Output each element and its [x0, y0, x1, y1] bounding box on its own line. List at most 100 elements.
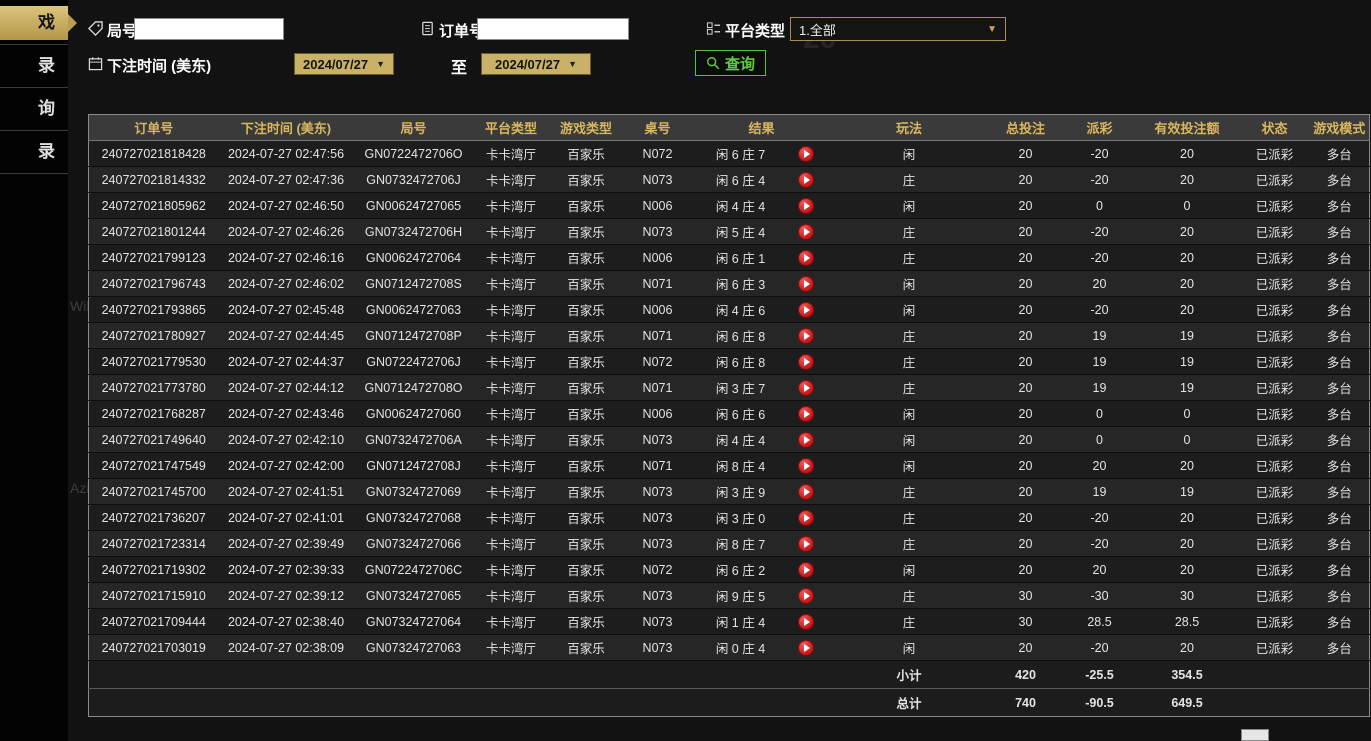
platform-type-select[interactable]: 1.全部 ▼ [790, 17, 1006, 41]
cell-bet-time: 2024-07-27 02:47:36 [219, 167, 354, 193]
table-row[interactable]: 2407270217159102024-07-27 02:39:12GN0732… [89, 583, 1370, 609]
result-text: 闲 8 庄 4 [710, 456, 772, 475]
table-row[interactable]: 2407270217457002024-07-27 02:41:51GN0732… [89, 479, 1370, 505]
col-header-platform-type: 平台类型 [474, 115, 549, 141]
cell-status: 已派彩 [1240, 635, 1310, 661]
cell-total-bet: 20 [987, 323, 1065, 349]
play-video-icon[interactable] [798, 354, 814, 370]
round-no-input[interactable] [134, 18, 284, 40]
result-text: 闲 6 庄 7 [710, 144, 772, 163]
table-row[interactable]: 2407270218143322024-07-27 02:47:36GN0732… [89, 167, 1370, 193]
play-video-icon[interactable] [798, 510, 814, 526]
play-video-icon[interactable] [798, 484, 814, 500]
cell-round-no: GN07324727068 [354, 505, 474, 531]
cell-round-no: GN0712472708O [354, 375, 474, 401]
cell-round-no: GN0712472708S [354, 271, 474, 297]
cell-game-mode: 多台 [1310, 141, 1370, 167]
cell-valid-bet: 20 [1135, 453, 1240, 479]
table-row[interactable]: 2407270217496402024-07-27 02:42:10GN0732… [89, 427, 1370, 453]
query-button[interactable]: 查询 [695, 50, 766, 76]
table-row[interactable]: 2407270217030192024-07-27 02:38:09GN0732… [89, 635, 1370, 661]
col-header-total-bet: 总投注 [987, 115, 1065, 141]
play-video-icon[interactable] [798, 276, 814, 292]
play-video-icon[interactable] [798, 380, 814, 396]
cell-order-no: 240727021780927 [89, 323, 219, 349]
play-video-icon[interactable] [798, 224, 814, 240]
date-to-select[interactable]: 2024/07/27 ▼ [481, 53, 591, 75]
result-text: 闲 3 庄 0 [710, 508, 772, 527]
table-row[interactable]: 2407270217682872024-07-27 02:43:46GN0062… [89, 401, 1370, 427]
cell-game-mode: 多台 [1310, 349, 1370, 375]
result-text: 闲 6 庄 3 [710, 274, 772, 293]
cell-valid-bet: 20 [1135, 219, 1240, 245]
play-video-icon[interactable] [798, 172, 814, 188]
cell-bet-time: 2024-07-27 02:43:46 [219, 401, 354, 427]
play-video-icon[interactable] [798, 614, 814, 630]
table-row[interactable]: 2407270217809272024-07-27 02:44:45GN0712… [89, 323, 1370, 349]
cell-game-type: 百家乐 [549, 427, 624, 453]
calendar-icon [88, 56, 104, 72]
cell-valid-bet: 0 [1135, 193, 1240, 219]
result-text: 闲 8 庄 7 [710, 534, 772, 553]
sidebar-item-query[interactable]: 询 [0, 88, 68, 130]
cell-play-type: 闲 [832, 635, 987, 661]
order-document-icon [420, 21, 436, 37]
table-row[interactable]: 2407270217737802024-07-27 02:44:12GN0712… [89, 375, 1370, 401]
table-row[interactable]: 2407270217991232024-07-27 02:46:16GN0062… [89, 245, 1370, 271]
order-no-input[interactable] [477, 18, 629, 40]
table-row[interactable]: 2407270218059622024-07-27 02:46:50GN0062… [89, 193, 1370, 219]
play-video-icon[interactable] [798, 536, 814, 552]
table-row[interactable]: 2407270217362072024-07-27 02:41:01GN0732… [89, 505, 1370, 531]
play-video-icon[interactable] [798, 432, 814, 448]
play-video-icon[interactable] [798, 302, 814, 318]
cell-bet-time: 2024-07-27 02:46:50 [219, 193, 354, 219]
cell-total-bet: 20 [987, 531, 1065, 557]
chevron-down-icon: ▼ [376, 59, 385, 69]
cell-round-no: GN00624727060 [354, 401, 474, 427]
play-video-icon[interactable] [798, 640, 814, 656]
play-video-icon[interactable] [798, 198, 814, 214]
cell-payout: 19 [1065, 323, 1135, 349]
cell-round-no: GN0732472706H [354, 219, 474, 245]
cell-bet-time: 2024-07-27 02:38:09 [219, 635, 354, 661]
cell-platform-type: 卡卡湾厅 [474, 635, 549, 661]
cell-total-bet: 20 [987, 635, 1065, 661]
grand-total-total-bet: 740 [987, 689, 1065, 717]
play-video-icon[interactable] [798, 146, 814, 162]
table-row[interactable]: 2407270217967432024-07-27 02:46:02GN0712… [89, 271, 1370, 297]
table-row[interactable]: 2407270218184282024-07-27 02:47:56GN0722… [89, 141, 1370, 167]
cell-table-no: N073 [624, 219, 692, 245]
date-from-select[interactable]: 2024/07/27 ▼ [294, 53, 394, 75]
cell-bet-time: 2024-07-27 02:38:40 [219, 609, 354, 635]
table-row[interactable]: 2407270217233142024-07-27 02:39:49GN0732… [89, 531, 1370, 557]
cell-round-no: GN07324727064 [354, 609, 474, 635]
table-row[interactable]: 2407270217475492024-07-27 02:42:00GN0712… [89, 453, 1370, 479]
sidebar-item-record-2[interactable]: 录 [0, 131, 68, 173]
cell-table-no: N073 [624, 505, 692, 531]
sidebar-item-game[interactable]: 戏 [0, 6, 68, 40]
cell-result: 闲 0 庄 4 [692, 635, 832, 661]
result-text: 闲 4 庄 4 [710, 196, 772, 215]
sidebar-item-record-1[interactable]: 录 [0, 45, 68, 87]
play-video-icon[interactable] [798, 458, 814, 474]
cell-payout: -20 [1065, 297, 1135, 323]
cell-game-mode: 多台 [1310, 531, 1370, 557]
cell-game-mode: 多台 [1310, 401, 1370, 427]
play-video-icon[interactable] [798, 328, 814, 344]
cell-platform-type: 卡卡湾厅 [474, 245, 549, 271]
play-video-icon[interactable] [798, 562, 814, 578]
table-row[interactable]: 2407270217193022024-07-27 02:39:33GN0722… [89, 557, 1370, 583]
table-row[interactable]: 2407270217795302024-07-27 02:44:37GN0722… [89, 349, 1370, 375]
play-video-icon[interactable] [798, 250, 814, 266]
cell-payout: 19 [1065, 479, 1135, 505]
bottom-right-control[interactable] [1241, 729, 1269, 741]
play-video-icon[interactable] [798, 406, 814, 422]
play-video-icon[interactable] [798, 588, 814, 604]
cell-bet-time: 2024-07-27 02:46:02 [219, 271, 354, 297]
cell-platform-type: 卡卡湾厅 [474, 193, 549, 219]
cell-payout: 20 [1065, 453, 1135, 479]
cell-order-no: 240727021749640 [89, 427, 219, 453]
table-row[interactable]: 2407270218012442024-07-27 02:46:26GN0732… [89, 219, 1370, 245]
table-row[interactable]: 2407270217938652024-07-27 02:45:48GN0062… [89, 297, 1370, 323]
table-row[interactable]: 2407270217094442024-07-27 02:38:40GN0732… [89, 609, 1370, 635]
